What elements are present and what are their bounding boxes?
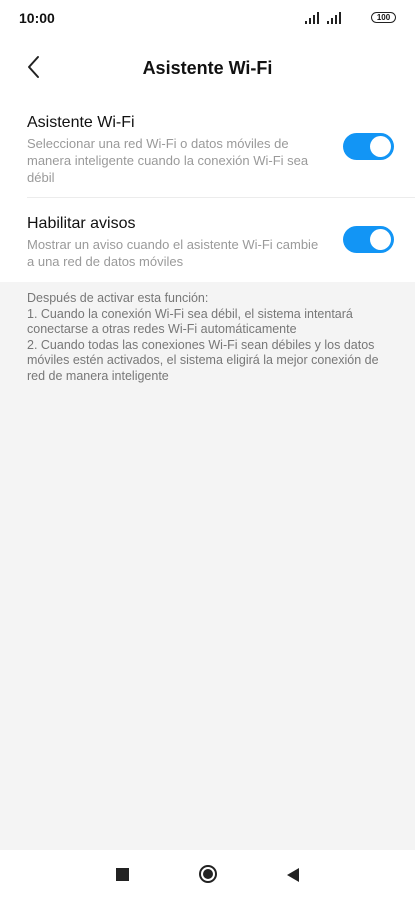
setting-description: Mostrar un aviso cuando el asistente Wi-… [27, 237, 319, 269]
enable-notices-toggle[interactable] [343, 226, 394, 253]
toggle-knob [370, 136, 391, 157]
battery-icon: 100 [371, 12, 396, 23]
toggle-knob [370, 229, 391, 250]
status-time: 10:00 [19, 10, 55, 26]
navigation-bar [0, 850, 415, 900]
home-button[interactable] [199, 865, 217, 883]
recent-apps-button[interactable] [116, 868, 129, 881]
status-bar: 10:00 100 [0, 0, 415, 38]
setting-description: Seleccionar una red Wi-Fi o datos móvile… [27, 136, 309, 185]
info-text: Después de activar esta función: 1. Cuan… [27, 291, 392, 384]
wifi-assistant-toggle[interactable] [343, 133, 394, 160]
settings-card: Asistente Wi-Fi Seleccionar una red Wi-F… [0, 96, 415, 282]
battery-level: 100 [376, 13, 391, 22]
setting-item-wifi-assistant[interactable]: Asistente Wi-Fi Seleccionar una red Wi-F… [0, 96, 415, 197]
info-line: 1. Cuando la conexión Wi-Fi sea débil, e… [27, 306, 353, 337]
info-line: Después de activar esta función: [27, 291, 209, 305]
signal-strength-icon [327, 11, 345, 24]
back-nav-button[interactable] [287, 868, 299, 882]
setting-title: Habilitar avisos [27, 215, 136, 232]
page-title: Asistente Wi-Fi [142, 58, 273, 78]
app-header: Asistente Wi-Fi [0, 38, 415, 96]
setting-item-enable-notices[interactable]: Habilitar avisos Mostrar un aviso cuando… [0, 198, 415, 282]
setting-title: Asistente Wi-Fi [27, 114, 135, 131]
info-line: 2. Cuando todas las conexiones Wi-Fi sea… [27, 337, 379, 383]
signal-strength-icon [305, 11, 323, 24]
